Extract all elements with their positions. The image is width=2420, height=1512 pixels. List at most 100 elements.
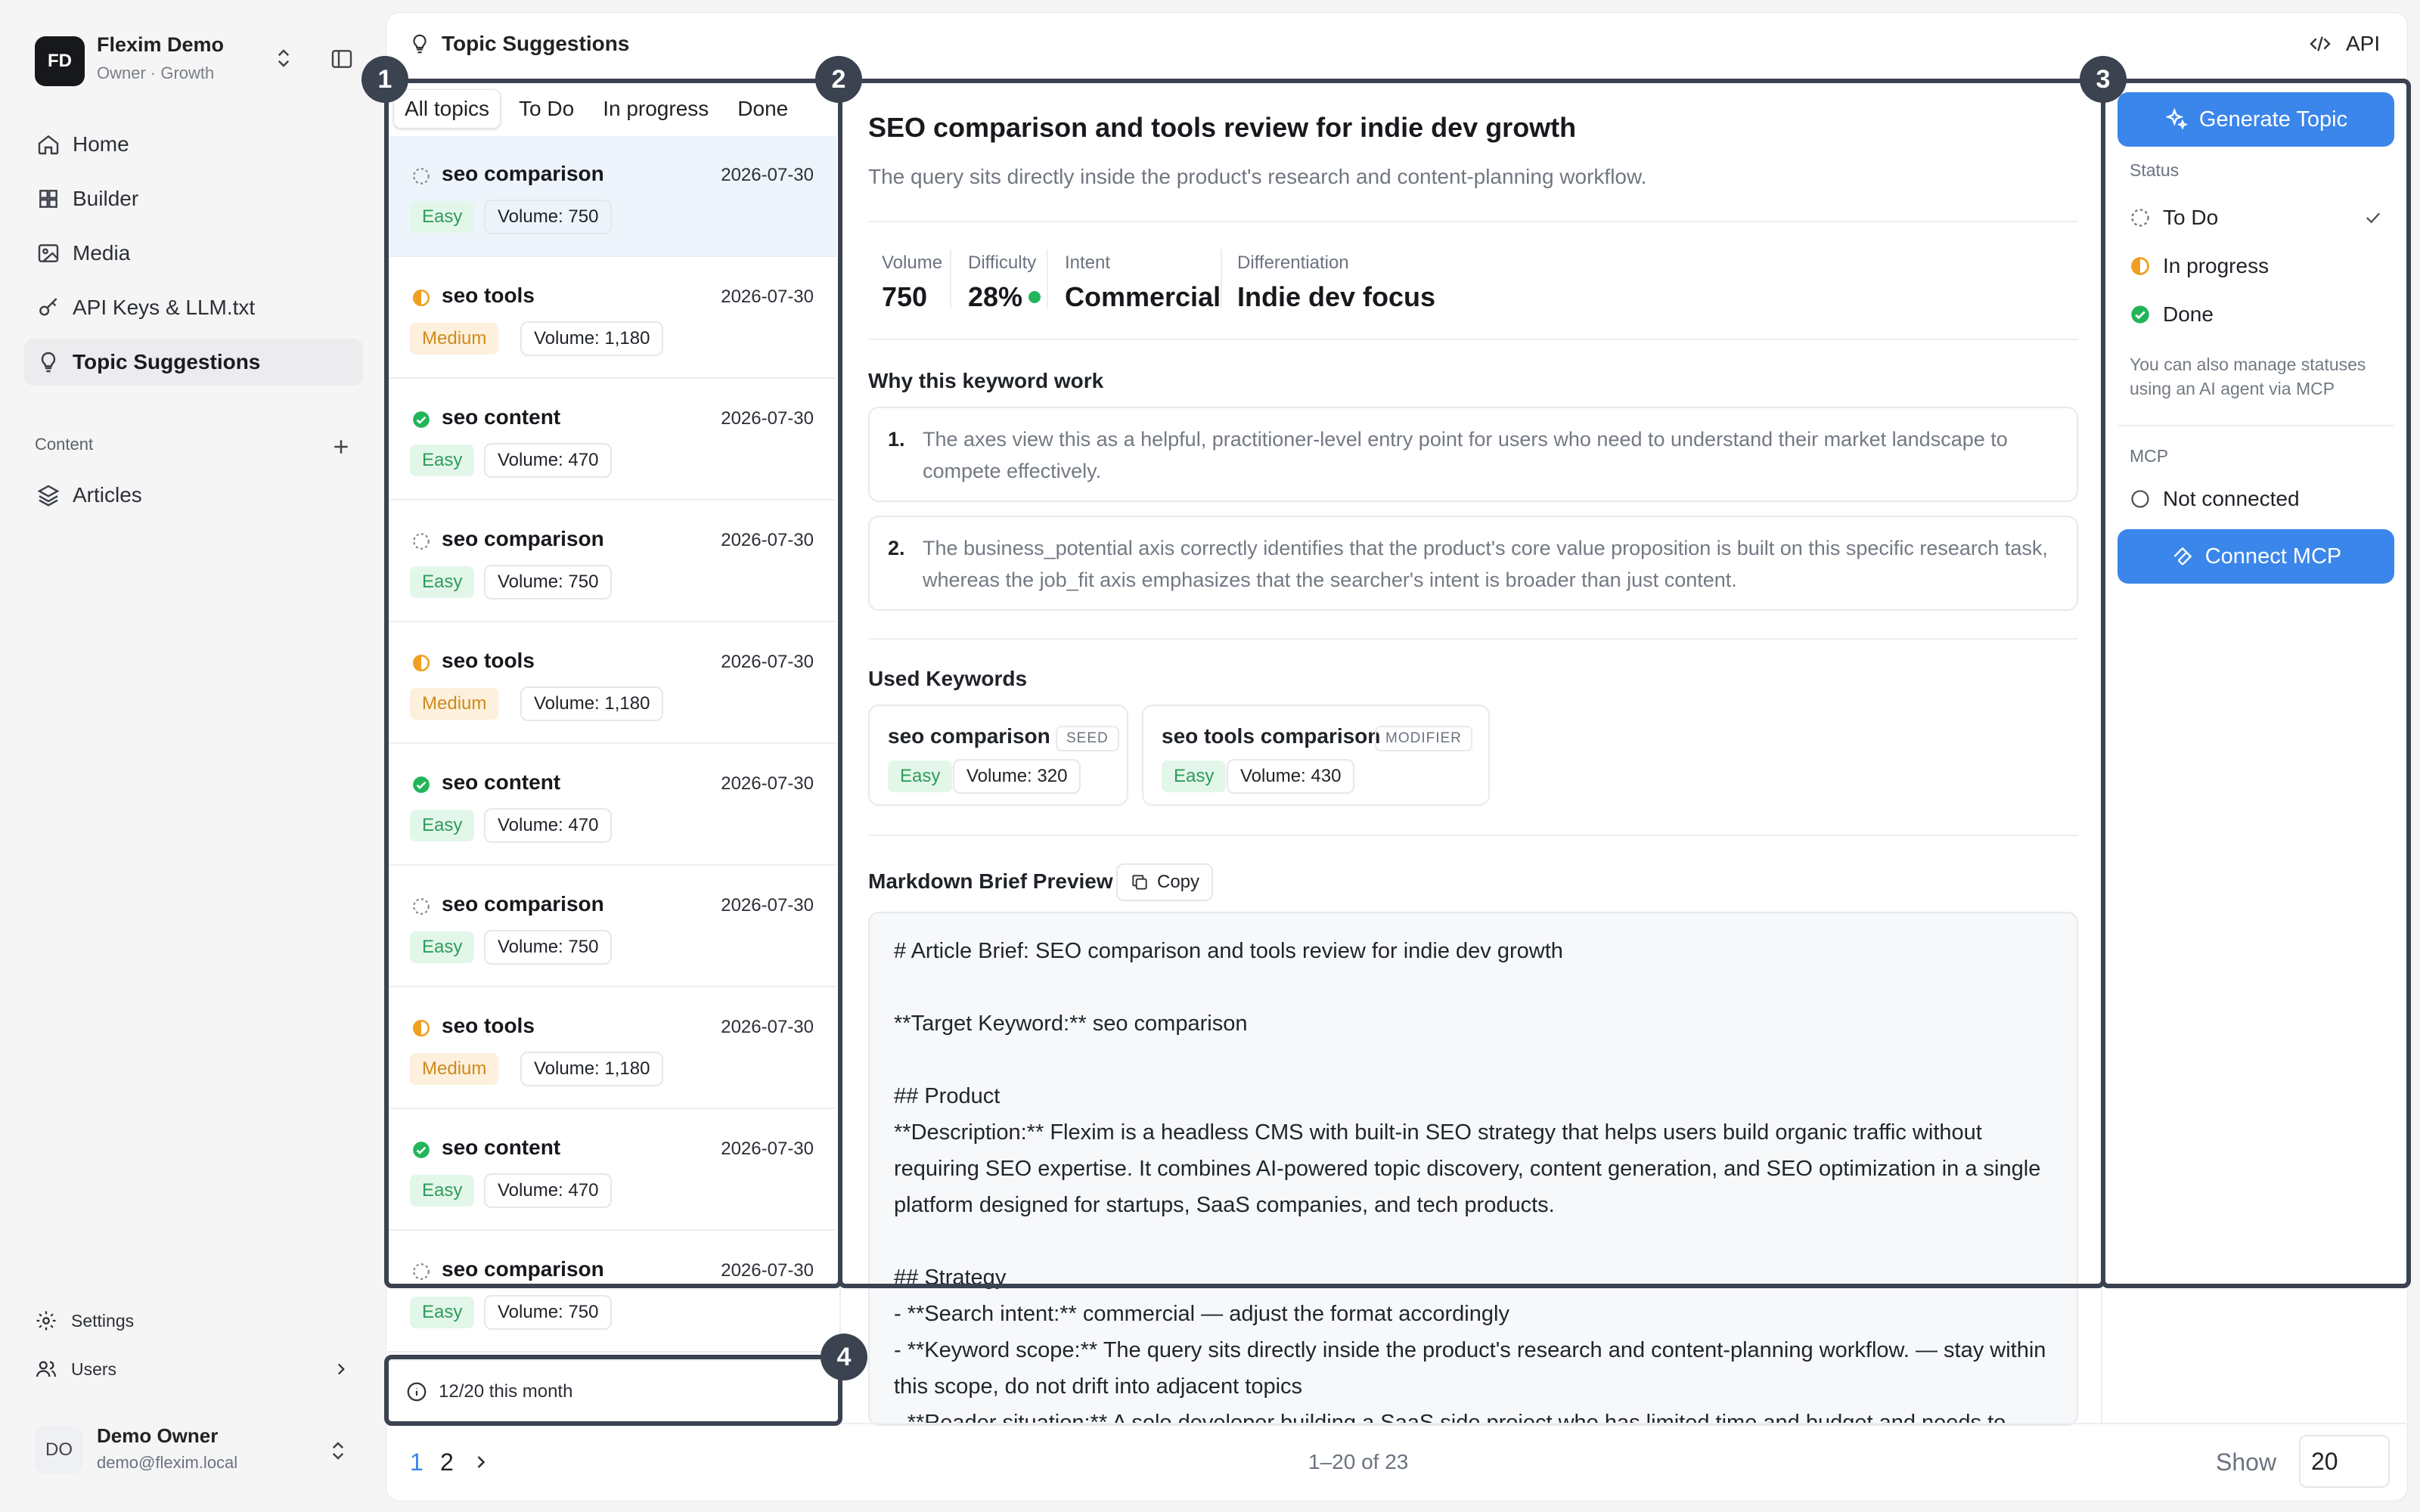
topic-row[interactable]: seo comparison 2026-07-30 Easy Volume: 750	[387, 501, 836, 622]
topic-date: 2026-07-30	[721, 287, 814, 307]
connect-mcp-button[interactable]: Connect MCP	[2118, 529, 2394, 584]
page-link-1[interactable]: 1	[410, 1448, 424, 1476]
volume-badge: Volume: 430	[1227, 759, 1355, 794]
nav-builder[interactable]: Builder	[24, 175, 363, 222]
difficulty-badge: Easy	[410, 810, 475, 841]
annotation-number-3: 3	[2080, 56, 2127, 103]
list-divider	[387, 1359, 836, 1361]
metric-intent: Intent Commercial	[1065, 253, 1221, 313]
topic-row[interactable]: seo content 2026-07-30 Easy Volume: 470	[387, 380, 836, 500]
topic-keyword: seo comparison	[442, 1257, 604, 1281]
users-icon	[35, 1358, 57, 1380]
topic-row[interactable]: seo tools 2026-07-30 Medium Volume: 1,180	[387, 258, 836, 379]
status-label: Status	[2130, 160, 2180, 180]
page-title-text: Topic Suggestions	[442, 32, 630, 55]
topic-row[interactable]: seo comparison 2026-07-30 Easy Volume: 750	[387, 1232, 836, 1352]
used-keyword-card[interactable]: seo tools comparison MODIFIER Easy Volum…	[1142, 705, 1490, 806]
nav-home[interactable]: Home	[24, 121, 363, 168]
page-size-input[interactable]: 20	[2299, 1435, 2390, 1488]
nav-api-keys[interactable]: API Keys & LLM.txt	[24, 284, 363, 331]
nav-media[interactable]: Media	[24, 230, 363, 277]
sidebar: FD Flexim Demo Owner · Growth Home Build…	[0, 0, 386, 1512]
next-page-icon[interactable]	[470, 1452, 492, 1473]
page-link-2[interactable]: 2	[440, 1448, 454, 1476]
difficulty-badge: Easy	[410, 931, 475, 963]
topic-row[interactable]: seo comparison 2026-07-30 Easy Volume: 750	[387, 866, 836, 987]
metric-value: Indie dev focus	[1237, 281, 1436, 312]
code-icon	[2308, 32, 2332, 56]
api-link[interactable]: API	[2308, 32, 2380, 56]
nav-label: Home	[73, 132, 129, 156]
used-keyword-card[interactable]: seo comparison SEED Easy Volume: 320	[868, 705, 1128, 806]
status-note: You can also manage statuses using an AI…	[2130, 355, 2366, 398]
grid-icon	[36, 187, 60, 211]
todo-status-icon	[411, 897, 431, 916]
markdown-preview[interactable]: # Article Brief: SEO comparison and tool…	[868, 912, 2078, 1426]
difficulty-badge: Easy	[888, 761, 953, 792]
generate-topic-button[interactable]: Generate Topic	[2118, 92, 2394, 147]
volume-badge: Volume: 1,180	[520, 1052, 664, 1086]
user-email: demo@flexim.local	[97, 1453, 238, 1472]
metric-differentiation: Differentiation Indie dev focus	[1237, 253, 1435, 313]
topic-row[interactable]: seo tools 2026-07-30 Medium Volume: 1,180	[387, 988, 836, 1109]
metric-volume: Volume 750	[882, 253, 942, 313]
keyword-tag: SEED	[1056, 726, 1119, 751]
settings-label: Settings	[71, 1310, 135, 1331]
nav-articles[interactable]: Articles	[24, 472, 363, 519]
done-status-icon	[411, 775, 431, 795]
done-status-icon	[2130, 304, 2151, 325]
topic-row[interactable]: seo comparison 2026-07-30 Easy Volume: 750	[387, 136, 836, 257]
todo-status-icon	[411, 531, 431, 551]
nav-topic-suggestions[interactable]: Topic Suggestions	[24, 339, 363, 386]
nav-users[interactable]: Users	[35, 1358, 351, 1380]
topic-date: 2026-07-30	[721, 652, 814, 672]
reason-text: The axes view this as a helpful, practit…	[923, 428, 2008, 482]
metric-difficulty: Difficulty 28%	[968, 253, 1041, 313]
user-name: Demo Owner	[97, 1424, 219, 1447]
content-section-label: Content	[35, 435, 94, 454]
markdown-text: # Article Brief: SEO comparison and tool…	[894, 939, 2046, 1426]
in-progress-status-icon	[411, 288, 431, 308]
topic-row[interactable]: seo content 2026-07-30 Easy Volume: 470	[387, 1110, 836, 1231]
status-option-label: In progress	[2163, 254, 2270, 277]
key-icon	[36, 296, 60, 320]
workspace-name[interactable]: Flexim Demo	[97, 33, 224, 57]
tab-all-topics[interactable]: All topics	[393, 89, 501, 129]
topic-row[interactable]: seo tools 2026-07-30 Medium Volume: 1,180	[387, 623, 836, 744]
copy-button[interactable]: Copy	[1116, 863, 1214, 901]
status-option-in-progress[interactable]: In progress	[2130, 254, 2269, 278]
reason-item: 2. The business_potential axis correctly…	[868, 516, 2078, 611]
metric-separator	[1047, 249, 1048, 308]
user-avatar[interactable]: DO	[35, 1426, 83, 1474]
topic-date: 2026-07-30	[721, 408, 814, 429]
copy-icon	[1130, 872, 1150, 892]
used-keywords-heading: Used Keywords	[868, 667, 1028, 690]
sidebar-toggle-icon[interactable]	[330, 47, 354, 71]
status-option-todo[interactable]: To Do	[2130, 206, 2384, 230]
volume-badge: Volume: 750	[484, 565, 613, 600]
divider	[868, 339, 2078, 340]
nav-label: Media	[73, 241, 131, 265]
gear-icon	[35, 1309, 57, 1332]
status-option-done[interactable]: Done	[2130, 302, 2214, 327]
nav-settings[interactable]: Settings	[35, 1309, 134, 1332]
tab-in-progress[interactable]: In progress	[592, 89, 719, 129]
topic-keyword: seo content	[442, 770, 561, 794]
divider	[868, 835, 2078, 836]
add-content-icon[interactable]	[330, 435, 352, 458]
chevrons-up-down-icon[interactable]	[272, 47, 295, 70]
mcp-status-text: Not connected	[2163, 487, 2300, 510]
metric-value: Commercial	[1065, 281, 1221, 312]
divider	[868, 221, 2078, 222]
chevrons-up-down-icon[interactable]	[327, 1439, 349, 1462]
divider	[868, 638, 2078, 640]
tab-done[interactable]: Done	[727, 89, 799, 129]
metric-value: 28%	[968, 281, 1023, 312]
tab-to-do[interactable]: To Do	[508, 89, 585, 129]
status-tabs: All topics To Do In progress Done	[393, 89, 799, 132]
in-progress-status-icon	[411, 653, 431, 673]
volume-badge: Volume: 750	[484, 930, 613, 965]
workspace-avatar[interactable]: FD	[35, 36, 85, 86]
topic-row[interactable]: seo content 2026-07-30 Easy Volume: 470	[387, 745, 836, 866]
nav-label: Builder	[73, 187, 139, 210]
